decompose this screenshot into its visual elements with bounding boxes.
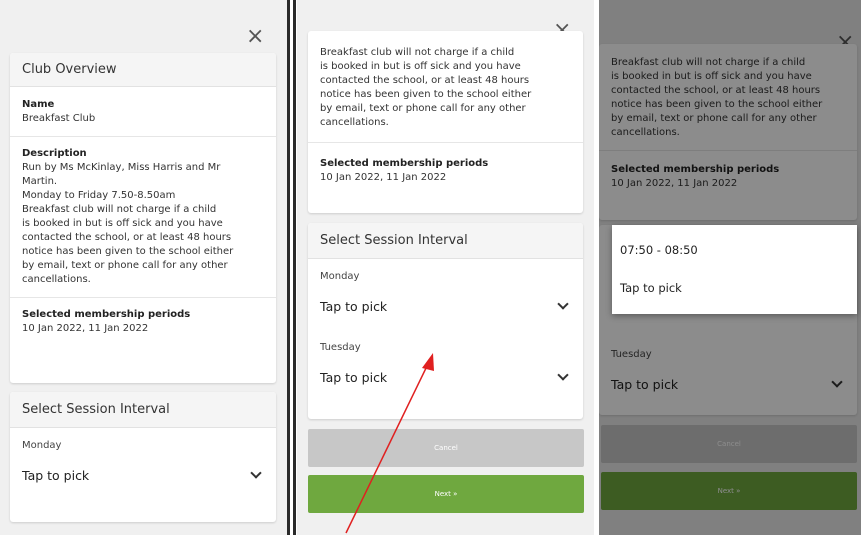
arrow-head	[422, 353, 434, 371]
annotation-arrow	[345, 353, 434, 534]
screenshot-stage: × Club Overview Name Breakfast Club Desc…	[0, 0, 861, 535]
arrow-line	[345, 363, 429, 534]
